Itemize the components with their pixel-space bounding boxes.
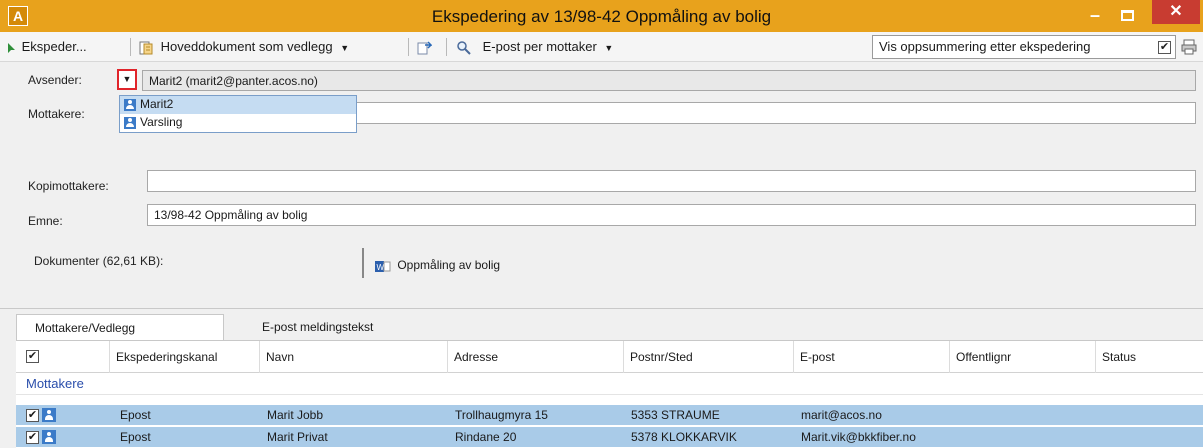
cell-navn: Marit Jobb [267,408,324,422]
column-header-adresse[interactable]: Adresse [447,341,623,373]
toolbar: Ekspeder... Hoveddokument som vedlegg ▼ … [0,32,1203,62]
column-header-status[interactable]: Status [1095,341,1203,373]
cell-adresse: Rindane 20 [455,430,517,444]
toolbar-separator [130,38,131,56]
mottakere-label: Mottakere: [28,107,85,121]
toolbar-separator [408,38,409,56]
row-checkbox[interactable]: ✔ [26,409,39,422]
minimize-button[interactable]: – [1080,4,1110,28]
document-item[interactable]: W Oppmåling av bolig [374,258,500,273]
chevron-down-icon: ▼ [122,74,132,84]
close-button[interactable]: ✕ [1152,0,1200,24]
print-icon[interactable] [1180,38,1198,56]
column-header-epost[interactable]: E-post [793,341,949,373]
avsender-field[interactable]: Marit2 (marit2@panter.acos.no) [142,70,1196,91]
row-checkbox[interactable]: ✔ [26,431,39,444]
table-row[interactable]: ✔ Epost Marit Jobb Trollhaugmyra 15 5353… [16,405,1203,425]
cell-epost: Marit.vik@bkkfiber.no [801,430,916,444]
table-row[interactable]: ✔ Epost Marit Privat Rindane 20 5378 KLO… [16,427,1203,447]
avsender-dropdown-list: Marit2 Varsling [119,95,357,133]
hoveddokument-button[interactable]: Hoveddokument som vedlegg ▼ [138,37,349,57]
section-divider [0,308,1203,309]
cell-navn: Marit Privat [267,430,328,444]
column-header-ekspederingskanal[interactable]: Ekspederingskanal [109,341,259,373]
word-document-icon: W [375,260,391,272]
avsender-option-label: Marit2 [140,97,174,111]
column-header-navn[interactable]: Navn [259,341,447,373]
recipients-grid: ✔ Ekspederingskanal Navn Adresse Postnr/… [16,340,1203,448]
epost-per-mottaker-button[interactable]: E-post per mottaker ▼ [456,37,613,57]
chevron-down-icon: ▼ [604,42,614,53]
cell-kanal: Epost [120,408,151,422]
dokumenter-label: Dokumenter (62,61 KB): [34,254,164,268]
cell-postnr-sted: 5378 KLOKKARVIK [631,430,737,444]
mottakere-field[interactable] [356,102,1196,124]
toolbar-separator [446,38,447,56]
ekspeder-button[interactable]: Ekspeder... [6,37,87,57]
column-header-postnr-sted[interactable]: Postnr/Sted [623,341,793,373]
emne-field[interactable]: 13/98-42 Oppmåling av bolig [147,204,1196,226]
avsender-option-marit2[interactable]: Marit2 [120,96,356,114]
column-header-offentlignr[interactable]: Offentlignr [949,341,1095,373]
svg-text:W: W [377,263,385,272]
hoveddokument-label: Hoveddokument som vedlegg [160,39,333,54]
emne-label: Emne: [28,214,63,228]
person-icon [42,430,56,444]
vis-oppsummering-label: Vis oppsummering etter ekspedering [879,39,1091,54]
document-attach-icon [139,41,153,55]
avsender-option-label: Varsling [140,115,183,129]
person-icon [124,98,136,111]
person-icon [124,116,136,129]
dispatch-form: Avsender: ▼ Marit2 (marit2@panter.acos.n… [16,62,1203,308]
cell-adresse: Trollhaugmyra 15 [455,408,548,422]
vis-oppsummering-option[interactable]: Vis oppsummering etter ekspedering ✔ [872,35,1176,59]
search-icon [457,40,471,55]
title-bar: A Ekspedering av 13/98-42 Oppmåling av b… [0,0,1203,32]
forward-icon [417,41,432,55]
group-row-mottakere[interactable]: Mottakere [16,373,1203,395]
avsender-label: Avsender: [28,73,82,87]
epost-per-mottaker-label: E-post per mottaker [482,39,597,54]
send-icon [8,42,15,53]
chevron-down-icon: ▼ [340,42,350,53]
cell-postnr-sted: 5353 STRAUME [631,408,720,422]
avsender-option-varsling[interactable]: Varsling [120,114,356,132]
tab-epost-meldingstekst[interactable]: E-post meldingstekst [224,314,414,341]
document-name: Oppmåling av bolig [397,258,501,272]
window-title: Ekspedering av 13/98-42 Oppmåling av bol… [431,7,772,26]
maximize-icon [1121,10,1134,21]
select-all-checkbox[interactable]: ✔ [26,350,39,363]
avsender-dropdown-button[interactable]: ▼ [117,69,137,90]
cell-kanal: Epost [120,430,151,444]
grid-header: ✔ Ekspederingskanal Navn Adresse Postnr/… [16,341,1203,373]
document-list-divider [362,248,364,278]
person-icon [42,408,56,422]
cell-epost: marit@acos.no [801,408,882,422]
forward-button[interactable] [416,37,435,57]
ekspeder-label: Ekspeder... [21,39,87,54]
tab-bar: Mottakere/Vedlegg E-post meldingstekst [16,310,1203,341]
vis-oppsummering-checkbox[interactable]: ✔ [1158,41,1171,54]
maximize-button[interactable] [1112,4,1142,28]
kopimottakere-field[interactable] [147,170,1196,192]
tab-mottakere-vedlegg[interactable]: Mottakere/Vedlegg [16,314,224,341]
kopimottakere-label: Kopimottakere: [28,179,109,193]
